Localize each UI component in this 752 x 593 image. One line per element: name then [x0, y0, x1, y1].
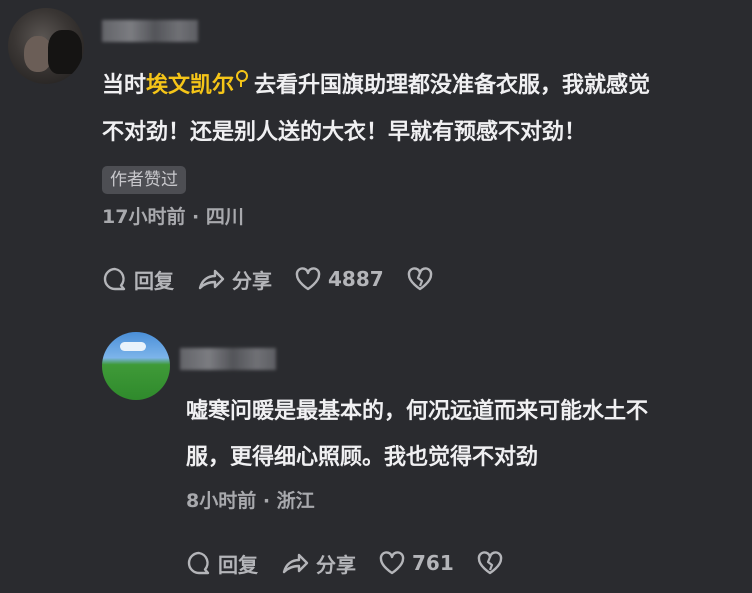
replier-avatar[interactable]: [102, 332, 170, 400]
reply-share-button[interactable]: 分享: [280, 549, 356, 578]
highlighted-keyword-link[interactable]: 埃文凯尔: [146, 73, 234, 98]
reply-text-line1: 嘘寒问暖是最基本的，何况远道而来可能水土不: [186, 399, 649, 424]
commenter-avatar[interactable]: [8, 8, 84, 84]
share-label: 分享: [232, 268, 272, 293]
comment-meta: 17小时前 · 四川: [102, 206, 244, 228]
reply-bubble-icon: [103, 267, 126, 291]
heart-icon: [295, 267, 321, 291]
reply-dislike-button[interactable]: [476, 550, 510, 576]
heart-icon: [379, 551, 405, 575]
share-arrow-icon: [282, 553, 309, 574]
author-liked-badge: 作者赞过: [102, 166, 186, 194]
reply-actions: 回复 分享 761: [186, 548, 532, 578]
reply-like-count: 761: [412, 551, 454, 575]
reply-like-button[interactable]: 761: [378, 550, 454, 576]
reply-reply-button[interactable]: 回复: [186, 549, 258, 578]
reply-button[interactable]: 回复: [102, 265, 174, 294]
reply-label: 回复: [134, 268, 174, 293]
replier-username-blurred[interactable]: [180, 348, 276, 370]
share-button[interactable]: 分享: [196, 265, 272, 294]
reply-share-label: 分享: [316, 552, 356, 577]
comment-text-line2: 不对劲！还是别人送的大衣！早就有预感不对劲！: [102, 120, 587, 145]
commenter-username-blurred[interactable]: [102, 20, 198, 42]
like-button[interactable]: 4887: [294, 266, 384, 292]
comment-thread: 当时埃文凯尔 去看升国旗助理都没准备衣服，我就感觉 不对劲！还是别人送的大衣！早就…: [0, 0, 752, 593]
like-count: 4887: [328, 267, 384, 291]
share-arrow-icon: [198, 269, 225, 290]
comment-text-line1: 当时埃文凯尔 去看升国旗助理都没准备衣服，我就感觉: [102, 68, 650, 104]
dislike-button[interactable]: [406, 266, 440, 292]
reply-reply-label: 回复: [218, 552, 258, 577]
reply-text-line2: 服，更得细心照顾。我也觉得不对劲: [186, 445, 539, 470]
broken-heart-icon: [477, 551, 502, 575]
comment-actions: 回复 分享 4887: [102, 264, 462, 294]
reply-meta: 8小时前 · 浙江: [186, 490, 315, 512]
reply-bubble-icon: [187, 551, 210, 575]
search-mark-icon[interactable]: [236, 70, 249, 87]
broken-heart-icon: [407, 267, 432, 291]
